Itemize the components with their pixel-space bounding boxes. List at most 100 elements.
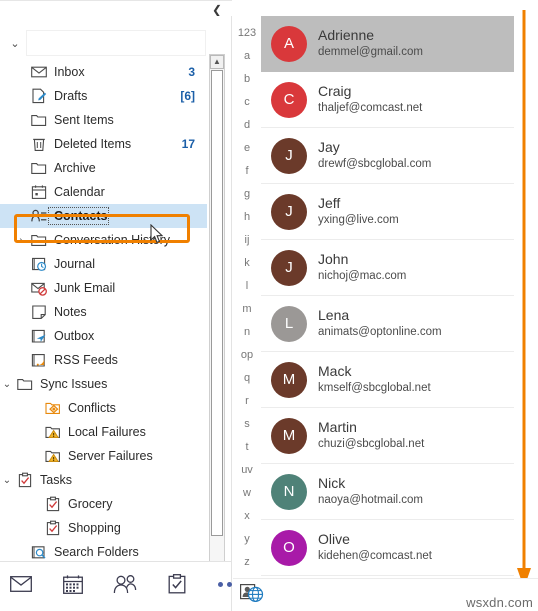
avatar: C	[271, 81, 307, 118]
avatar: A	[271, 25, 307, 62]
sidebar-item-contacts[interactable]: Contacts	[0, 204, 207, 228]
journal-clock-icon	[28, 256, 50, 272]
avatar: J	[271, 137, 307, 174]
contact-name: John	[318, 251, 349, 267]
contact-row[interactable]: J Jay drewf@sbcglobal.com	[261, 128, 514, 184]
mail-icon[interactable]	[6, 570, 36, 598]
alpha-index-y[interactable]: y	[244, 528, 250, 551]
sidebar-item-label: RSS Feeds	[54, 353, 118, 367]
conflicts-icon	[42, 400, 64, 416]
avatar: M	[271, 361, 307, 398]
sidebar-item-calendar[interactable]: Calendar	[0, 180, 207, 204]
tasks-icon[interactable]	[162, 570, 192, 598]
alpha-index-w[interactable]: w	[243, 482, 251, 505]
alpha-index-s[interactable]: s	[244, 413, 250, 436]
account-header[interactable]: ⌄	[0, 30, 210, 58]
chevron-down-icon[interactable]: ⌄	[8, 36, 22, 52]
sidebar-item-conflicts[interactable]: Conflicts	[0, 396, 207, 420]
sidebar-item-count: 3	[188, 65, 195, 79]
alpha-index-d[interactable]: d	[244, 114, 250, 137]
alpha-index-l[interactable]: l	[246, 275, 248, 298]
sidebar-item-tasks[interactable]: ⌄ Tasks	[0, 468, 207, 492]
sidebar-item-sent-items[interactable]: Sent Items	[0, 108, 207, 132]
alpha-index-e[interactable]: e	[244, 137, 250, 160]
sidebar-item-label: Contacts	[47, 207, 110, 225]
folder-pane-scrollbar[interactable]: ▲ ▼	[209, 54, 225, 578]
people-icon[interactable]	[110, 570, 140, 598]
sidebar-item-label: Local Failures	[68, 425, 146, 439]
contact-row[interactable]: J Jeff yxing@live.com	[261, 184, 514, 240]
sidebar-item-rss-feeds[interactable]: RSS Feeds	[0, 348, 207, 372]
contact-row[interactable]: M Mack kmself@sbcglobal.net	[261, 352, 514, 408]
alphabet-index[interactable]: 123 a b c d e f g h ij k l m n op q r s t uv w x y z	[233, 22, 261, 574]
alpha-index-g[interactable]: g	[244, 183, 250, 206]
contact-row[interactable]: J John nichoj@mac.com	[261, 240, 514, 296]
contact-name: Martin	[318, 419, 357, 435]
alpha-index-z[interactable]: z	[244, 551, 250, 574]
alpha-index-r[interactable]: r	[245, 390, 249, 413]
contact-email: animats@optonline.com	[318, 326, 442, 338]
scrollbar-thumb[interactable]	[211, 70, 223, 536]
contact-row[interactable]: N Nick naoya@hotmail.com	[261, 464, 514, 520]
sidebar-item-archive[interactable]: Archive	[0, 156, 207, 180]
alpha-index-f[interactable]: f	[245, 160, 248, 183]
sidebar-item-junk-email[interactable]: Junk Email	[0, 276, 207, 300]
sidebar-item-server-failures[interactable]: Server Failures	[0, 444, 207, 468]
sidebar-item-label: Sync Issues	[40, 377, 108, 391]
sidebar-item-outbox[interactable]: Outbox	[0, 324, 207, 348]
alpha-index-t[interactable]: t	[245, 436, 248, 459]
alpha-index-b[interactable]: b	[244, 68, 250, 91]
sidebar-item-sync-issues[interactable]: ⌄ Sync Issues	[0, 372, 207, 396]
trash-icon	[28, 136, 50, 152]
sidebar-item-label: Archive	[54, 161, 96, 175]
expander-icon[interactable]: ›	[14, 235, 28, 246]
sidebar-item-drafts[interactable]: Drafts [6]	[0, 84, 207, 108]
alpha-index-m[interactable]: m	[242, 298, 251, 321]
account-name-box[interactable]	[26, 30, 206, 56]
warning-folder-icon	[42, 448, 64, 464]
alpha-index-123[interactable]: 123	[238, 22, 256, 45]
draft-pencil-icon	[28, 88, 50, 104]
sidebar-item-inbox[interactable]: Inbox 3	[0, 60, 207, 84]
contact-meta: Jeff yxing@live.com	[307, 195, 399, 228]
contact-meta: Jay drewf@sbcglobal.com	[307, 139, 431, 172]
contact-row[interactable]: L Lena animats@optonline.com	[261, 296, 514, 352]
alpha-index-h[interactable]: h	[244, 206, 250, 229]
avatar: L	[271, 305, 307, 342]
contact-row[interactable]: O Olive kidehen@comcast.net	[261, 520, 514, 576]
alpha-index-op[interactable]: op	[241, 344, 253, 367]
sidebar-item-deleted-items[interactable]: Deleted Items 17	[0, 132, 207, 156]
alpha-index-c[interactable]: c	[244, 91, 250, 114]
alpha-index-x[interactable]: x	[244, 505, 250, 528]
contact-email: kmself@sbcglobal.net	[318, 382, 431, 394]
sidebar-item-grocery[interactable]: Grocery	[0, 492, 207, 516]
contact-row[interactable]: C Craig thaljef@comcast.net	[261, 72, 514, 128]
rss-folder-icon	[28, 352, 50, 368]
contact-email: kidehen@comcast.net	[318, 550, 432, 562]
outlook-window: ❮ ⌄ Inbox 3 Drafts [6] Sent Items Deleted Ite…	[0, 0, 538, 611]
alpha-index-n[interactable]: n	[244, 321, 250, 344]
calendar-icon[interactable]	[58, 570, 88, 598]
alpha-index-ij[interactable]: ij	[245, 229, 250, 252]
avatar: J	[271, 193, 307, 230]
expander-icon[interactable]: ⌄	[0, 475, 14, 486]
alpha-index-q[interactable]: q	[244, 367, 250, 390]
scroll-up-button[interactable]: ▲	[210, 55, 224, 69]
alpha-index-a[interactable]: a	[244, 45, 250, 68]
sidebar-item-local-failures[interactable]: Local Failures	[0, 420, 207, 444]
people-globe-icon[interactable]	[240, 583, 264, 603]
people-pane: 123 a b c d e f g h ij k l m n op q r s t uv w x y z A Adrienne d…	[233, 0, 538, 578]
contact-row[interactable]: M Martin chuzi@sbcglobal.net	[261, 408, 514, 464]
alpha-index-uv[interactable]: uv	[241, 459, 253, 482]
sidebar-item-notes[interactable]: Notes	[0, 300, 207, 324]
contact-name: Lena	[318, 307, 350, 323]
contact-row[interactable]: A Adrienne demmel@gmail.com	[261, 16, 514, 72]
contact-name: Jay	[318, 139, 340, 155]
folder-icon	[28, 112, 50, 128]
sidebar-item-conversation-history[interactable]: › Conversation History	[0, 228, 207, 252]
expander-icon[interactable]: ⌄	[0, 379, 14, 390]
note-icon	[28, 304, 50, 320]
sidebar-item-shopping[interactable]: Shopping	[0, 516, 207, 540]
alpha-index-k[interactable]: k	[244, 252, 250, 275]
sidebar-item-journal[interactable]: Journal	[0, 252, 207, 276]
